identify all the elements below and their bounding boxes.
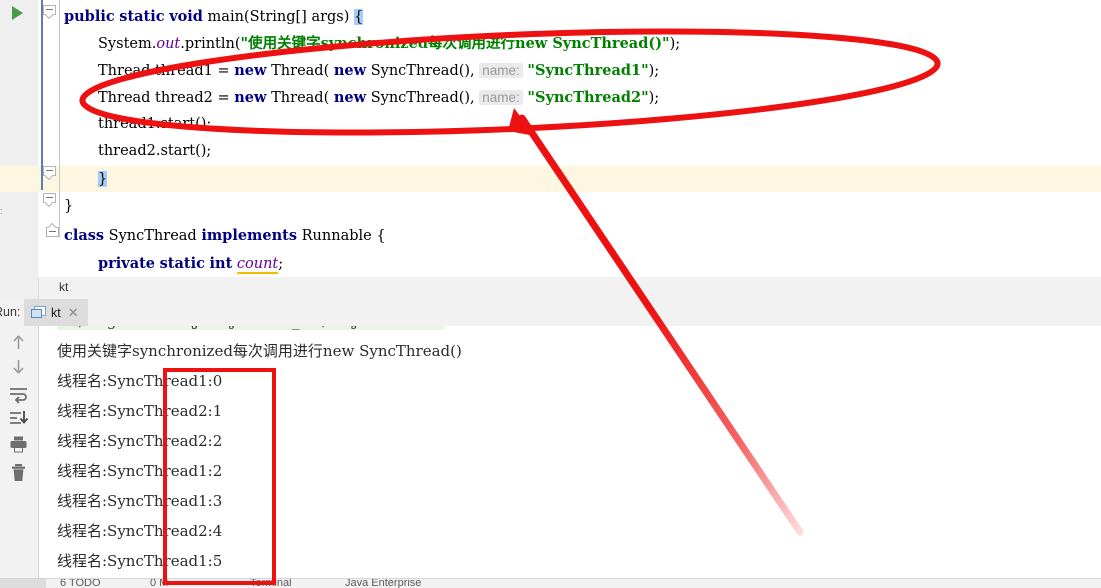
code-token: ); [669, 36, 681, 52]
code-token: Thread( [266, 63, 334, 79]
fold-toggle-syncthread-class[interactable] [46, 222, 61, 238]
code-token: out [156, 36, 181, 52]
code-token: implements [201, 227, 298, 244]
gutter-marker-glyph: : [0, 206, 3, 216]
run-window-label: Run: [0, 305, 21, 319]
code-token: main(String[] args) [202, 9, 355, 25]
code-text-area[interactable]: public static void main(String[] args) {… [64, 0, 1101, 277]
code-token: Thread thread1 = [98, 63, 235, 79]
run-tab-label: kt [51, 305, 61, 320]
code-token: ); [648, 90, 660, 106]
window-stack-icon [31, 306, 46, 319]
code-token: "SyncThread1" [527, 62, 649, 79]
code-line: Thread thread1 = new Thread( new SyncThr… [64, 57, 659, 84]
run-tool-window[interactable]: Run: kt ✕ [0, 299, 1101, 587]
code-token: name: [479, 63, 523, 78]
run-tab-bar: Run: kt ✕ [0, 299, 1101, 327]
code-token: ); [648, 63, 660, 79]
arrow-down-icon[interactable] [8, 356, 29, 377]
console-output-line: 线程名:SyncThread1:0 [57, 366, 222, 396]
code-token: thread2.start(); [98, 143, 212, 159]
code-token: new [234, 62, 267, 79]
code-token: .println( [180, 36, 241, 52]
editor-gutter-strip-lower [0, 192, 38, 277]
code-editor[interactable]: : public static void main(String[] args)… [0, 0, 1101, 277]
code-token: SyncThread [104, 228, 202, 244]
code-token: Runnable { [297, 228, 386, 244]
run-play-icon[interactable] [12, 6, 23, 20]
fold-toggle-method[interactable] [43, 5, 58, 21]
console-line-text: C:\Program Files\Java\jdk1.8.0_31\bin\ja… [57, 326, 445, 330]
arrow-up-icon[interactable] [8, 332, 29, 353]
breadcrumb-gutter [0, 277, 39, 299]
code-token: thread1.start(); [98, 116, 212, 132]
console-output-line: 线程名:SyncThread1:3 [57, 486, 222, 516]
code-token: SyncThread(), [366, 90, 480, 106]
code-token: new [333, 89, 367, 106]
code-line: private static int count; [64, 250, 283, 277]
console-line-text: 线程名:SyncThread1:5 [57, 552, 223, 570]
console-output[interactable]: C:\Program Files\Java\jdk1.8.0_31\bin\ja… [39, 326, 1101, 587]
code-token: public [64, 8, 115, 25]
code-token: static [119, 8, 165, 25]
code-token: "使用关键字synchronized每次调用进行new SyncThread()… [240, 35, 670, 52]
code-token: void [169, 8, 203, 25]
code-token: System. [98, 36, 157, 52]
code-token: int [209, 255, 233, 272]
console-output-line: 线程名:SyncThread2:1 [57, 396, 222, 426]
code-token: new [234, 89, 267, 106]
console-command-line: C:\Program Files\Java\jdk1.8.0_31\bin\ja… [57, 326, 445, 336]
console-line-text: 使用关键字synchronized每次调用进行new SyncThread() [57, 342, 462, 360]
code-token: ; [278, 256, 284, 272]
code-line: Thread thread2 = new Thread( new SyncThr… [64, 84, 659, 111]
console-output-line: 线程名:SyncThread2:4 [57, 516, 222, 546]
console-line-text: 线程名:SyncThread2:1 [57, 402, 223, 420]
console-line-text: 线程名:SyncThread2:2 [57, 432, 223, 450]
fold-toggle-class-end[interactable] [43, 193, 58, 209]
console-output-line: 线程名:SyncThread2:2 [57, 426, 222, 456]
code-token: SyncThread(), [366, 63, 480, 79]
fold-toggle-method-end[interactable] [43, 166, 58, 182]
code-line: thread2.start(); [64, 138, 211, 165]
trash-icon[interactable] [8, 462, 29, 483]
code-token: } [98, 171, 108, 187]
code-token: Thread thread2 = [98, 90, 235, 106]
scroll-to-end-icon[interactable] [8, 408, 29, 429]
code-token: class [64, 227, 105, 244]
soft-wrap-icon[interactable] [8, 383, 29, 404]
console-output-line: 线程名:SyncThread1:2 [57, 456, 222, 486]
code-line: } [64, 166, 108, 193]
code-token: } [64, 198, 74, 214]
code-line: } [64, 193, 73, 220]
code-line: class SyncThread implements Runnable { [64, 222, 386, 249]
code-token: { [354, 9, 364, 25]
run-toolbar[interactable] [0, 326, 39, 587]
code-token: new [333, 62, 367, 79]
console-line-text: 线程名:SyncThread1:0 [57, 372, 223, 390]
print-icon[interactable] [8, 434, 29, 455]
code-token: count [236, 256, 279, 274]
close-icon[interactable]: ✕ [68, 306, 79, 319]
console-line-text: 线程名:SyncThread2:4 [57, 522, 223, 540]
code-line: public static void main(String[] args) { [64, 3, 364, 30]
code-token: name: [479, 90, 523, 105]
code-line: thread1.start(); [64, 111, 211, 138]
console-output-line: 使用关键字synchronized每次调用进行new SyncThread() [57, 336, 462, 366]
changed-lines-marker [41, 0, 43, 190]
console-output-line: 线程名:SyncThread1:5 [57, 546, 222, 576]
run-tab-kt[interactable]: kt ✕ [24, 299, 88, 326]
console-line-text: 线程名:SyncThread1:3 [57, 492, 223, 510]
code-line: System.out.println("使用关键字synchronized每次调… [64, 30, 680, 57]
fold-guide-line [59, 0, 60, 238]
code-token: "SyncThread2" [527, 89, 649, 106]
code-token: static [159, 255, 205, 272]
breadcrumb-item-kt[interactable]: kt [59, 280, 68, 294]
code-token: private [98, 255, 156, 272]
breadcrumb[interactable]: kt [0, 277, 1101, 300]
console-line-text: 线程名:SyncThread1:2 [57, 462, 223, 480]
code-token: Thread( [266, 90, 334, 106]
